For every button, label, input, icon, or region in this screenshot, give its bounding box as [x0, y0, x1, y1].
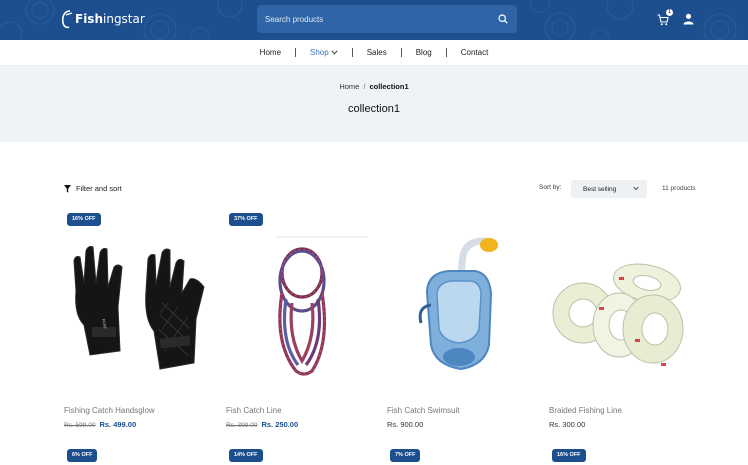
nav-shop-label: Shop [310, 48, 329, 57]
product-count: 11 products [662, 185, 696, 192]
filter-label: Filter and sort [76, 184, 122, 193]
sort-select[interactable]: Best selling [571, 180, 647, 198]
original-price: Rs. 599.00 [64, 422, 96, 429]
user-icon [683, 13, 694, 25]
product-name[interactable]: Fish Catch Swimsuit [387, 406, 459, 415]
sale-price: Rs. 250.00 [261, 420, 299, 429]
cart-icon [657, 14, 669, 26]
account-button[interactable] [682, 11, 696, 27]
product-price: Rs. 900.00 [387, 420, 423, 429]
product-name[interactable]: Fishing Catch Handsglow [64, 406, 155, 415]
regular-price: Rs. 900.00 [387, 420, 424, 429]
snorkel-mask-product-image[interactable] [387, 233, 539, 393]
discount-badge: 14% OFF [229, 449, 263, 462]
regular-price: Rs. 300.00 [549, 420, 586, 429]
collection-banner: Home / collection1 collection1 [0, 66, 748, 142]
main-navigation: Home Shop Sales Blog Contact [0, 40, 748, 66]
fish-logo-icon [61, 10, 73, 29]
breadcrumb-home[interactable]: Home [339, 82, 359, 91]
original-price: Rs. 399.00 [226, 422, 258, 429]
search-bar [257, 5, 517, 33]
nav-sales[interactable]: Sales [353, 48, 401, 57]
discount-badge: 6% OFF [67, 449, 98, 462]
product-price: Rs. 399.00 Rs. 250.00 [226, 420, 298, 429]
sort-label: Sort by: [539, 184, 562, 191]
nav-contact[interactable]: Contact [447, 48, 503, 57]
search-input[interactable] [257, 5, 489, 33]
product-name[interactable]: Fish Catch Line [226, 406, 282, 415]
discount-badge: 37% OFF [229, 213, 263, 226]
gloves-product-image[interactable]: PARK [64, 233, 216, 393]
cart-count-badge: 1 [666, 9, 673, 16]
site-header: Fishingstar 1 [0, 0, 748, 40]
nav-blog[interactable]: Blog [402, 48, 446, 57]
site-logo[interactable]: Fish ingstar [60, 6, 145, 32]
product-price: Rs. 300.00 [549, 420, 585, 429]
nav-home[interactable]: Home [246, 48, 295, 57]
breadcrumb-current: collection1 [369, 82, 409, 91]
search-icon[interactable] [489, 5, 517, 33]
sale-price: Rs. 499.00 [99, 420, 137, 429]
discount-badge: 7% OFF [390, 449, 421, 462]
page-title: collection1 [348, 103, 400, 115]
logo-text-light: ingstar [103, 12, 145, 26]
logo-text-bold: Fish [75, 12, 103, 26]
nav-shop[interactable]: Shop [296, 48, 352, 57]
breadcrumb: Home / collection1 [0, 82, 748, 91]
rope-coil-product-image[interactable] [226, 233, 378, 393]
discount-badge: 16% OFF [552, 449, 586, 462]
chevron-down-icon [633, 186, 639, 191]
filter-funnel-icon [64, 184, 71, 193]
product-price: Rs. 599.00 Rs. 499.00 [64, 420, 136, 429]
filter-and-sort-button[interactable]: Filter and sort [64, 184, 122, 193]
discount-badge: 16% OFF [67, 213, 101, 226]
cart-button[interactable]: 1 [657, 9, 673, 27]
chevron-down-icon [331, 50, 338, 55]
tape-rolls-product-image[interactable] [549, 233, 701, 393]
breadcrumb-separator: / [363, 82, 366, 91]
product-name[interactable]: Braided Fishing Line [549, 406, 622, 415]
sort-value: Best selling [583, 185, 617, 193]
